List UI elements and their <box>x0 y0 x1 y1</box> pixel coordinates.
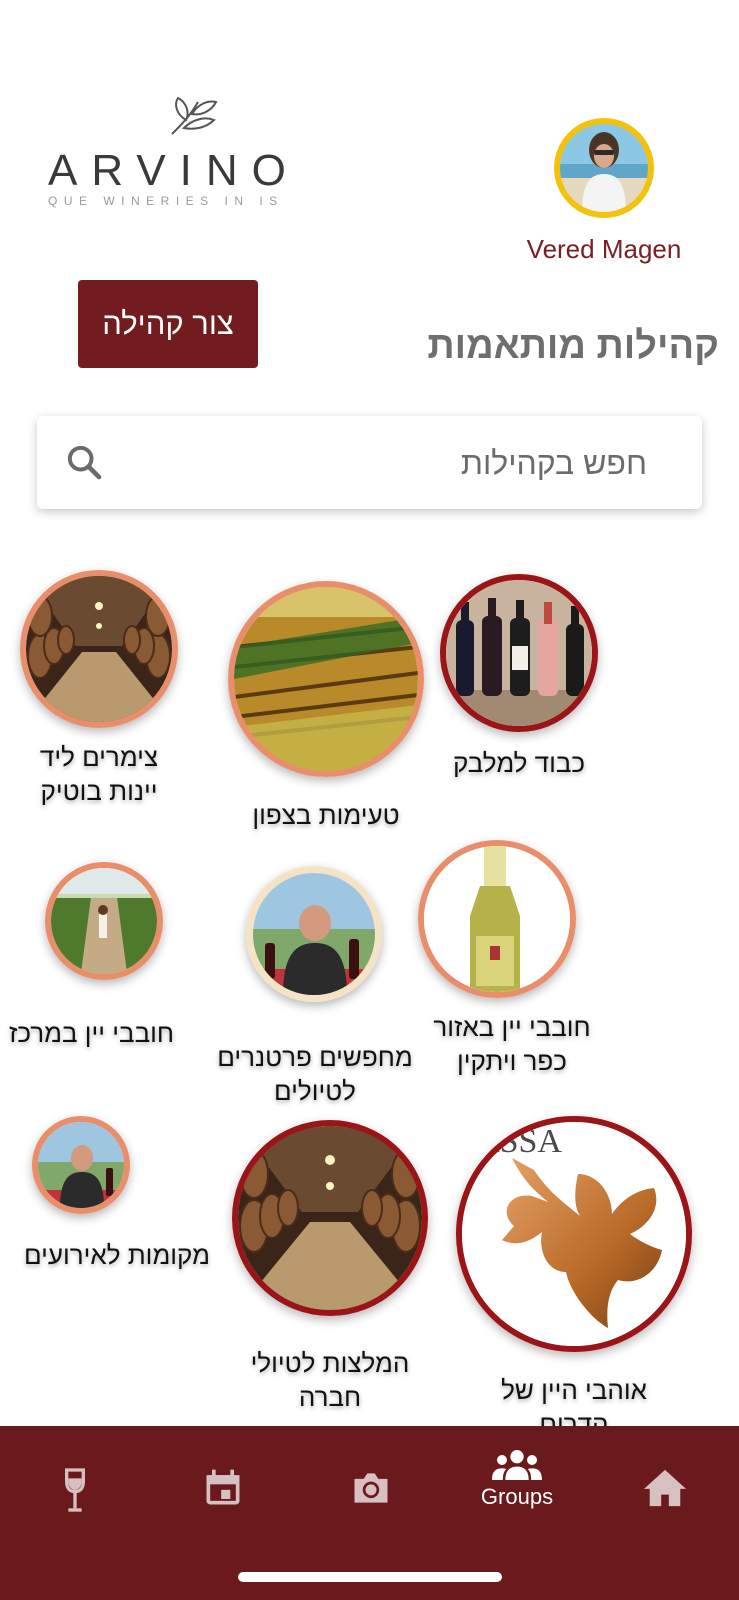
logo-wordmark: ARVINO <box>48 146 300 195</box>
community-label: חובבי יין במרכז <box>8 1018 174 1048</box>
user-avatar[interactable] <box>554 118 654 218</box>
community-image-barrel-cellar[interactable] <box>232 1120 428 1316</box>
community-label: המלצות לטיולי חברה <box>250 1348 410 1412</box>
nav-groups-label: Groups <box>480 1484 554 1509</box>
community-label: מקומות לאירועים <box>24 1240 210 1270</box>
community-image-vine-leaf-logo[interactable]: ASSA <box>456 1116 692 1352</box>
search-bar[interactable] <box>37 416 702 509</box>
community-label: מחפשים פרטנרים לטיולים <box>217 1042 413 1106</box>
page-title: קהילות מותאמות <box>427 325 719 367</box>
search-input[interactable] <box>147 438 647 488</box>
logo-tagline: QUE WINERIES IN IS <box>48 194 284 208</box>
community-label: צימרים ליד יינות בוטיק <box>39 742 159 806</box>
assaf-logo-text: ASSA <box>475 1123 562 1160</box>
create-community-button[interactable]: צור קהילה <box>78 280 258 368</box>
nav-camera[interactable] <box>326 1466 416 1536</box>
arvino-logo[interactable]: ARVINO QUE WINERIES IN IS <box>44 92 344 212</box>
home-icon <box>644 1469 686 1507</box>
community-image-vineyard-field[interactable] <box>228 581 424 777</box>
groups-icon <box>492 1450 542 1480</box>
nav-groups[interactable]: Groups <box>472 1448 562 1518</box>
community-image-man-with-wine[interactable] <box>32 1116 130 1214</box>
nav-calendar[interactable] <box>178 1466 268 1536</box>
header: ARVINO QUE WINERIES IN IS Vered Magen <box>0 0 739 280</box>
home-indicator <box>238 1572 502 1582</box>
calendar-icon <box>206 1469 240 1505</box>
search-icon[interactable] <box>64 442 104 482</box>
avatar-photo <box>560 124 648 212</box>
community-label: חובבי יין באזור כפר ויתקין <box>433 1012 591 1076</box>
user-name[interactable]: Vered Magen <box>500 234 708 265</box>
grape-leaf-logo-icon <box>171 96 218 135</box>
community-image-wine-bottles[interactable] <box>440 574 598 732</box>
nav-home[interactable] <box>620 1466 710 1536</box>
camera-icon <box>354 1473 388 1503</box>
community-label: כבוד למלבק <box>452 748 586 778</box>
nav-wine[interactable] <box>30 1466 120 1536</box>
community-label: טעימות בצפון <box>252 800 400 830</box>
community-image-white-wine-bottle[interactable] <box>418 840 576 998</box>
community-image-vineyard-path[interactable] <box>45 862 163 980</box>
community-image-man-with-wine[interactable] <box>246 866 382 1002</box>
wine-glass-icon <box>65 1468 85 1512</box>
community-image-barrel-cellar[interactable] <box>20 570 178 728</box>
